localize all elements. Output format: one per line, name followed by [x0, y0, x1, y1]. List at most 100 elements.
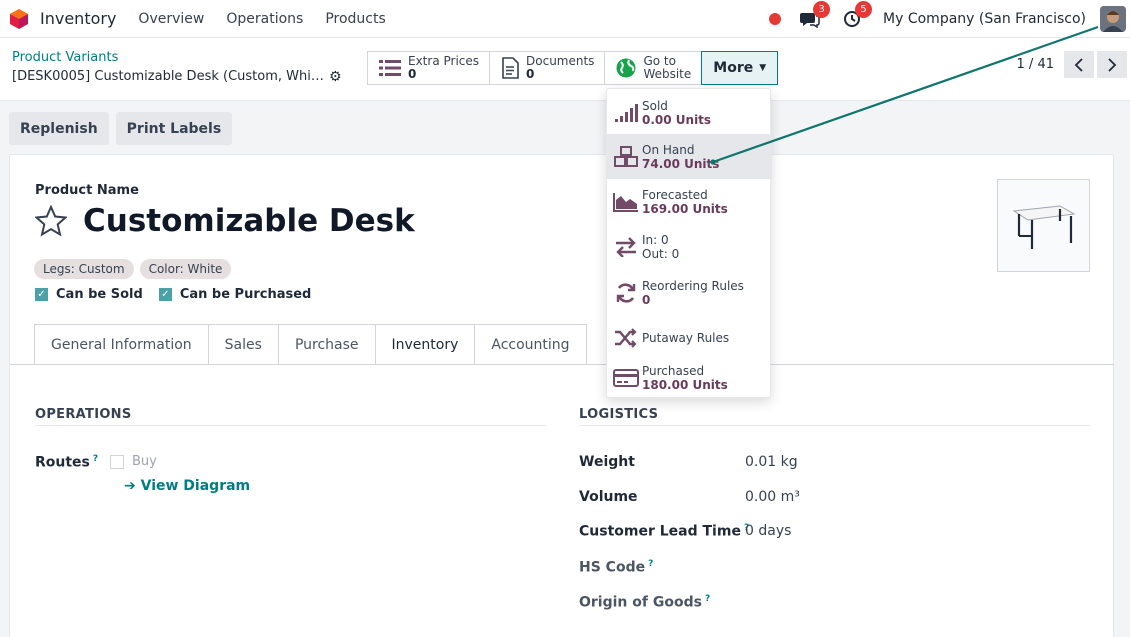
- operations-divider: [35, 425, 546, 426]
- desk-image-icon: [1012, 205, 1076, 249]
- reordering-rules-label: Reordering Rules: [642, 279, 744, 293]
- chat-badge: 3: [813, 1, 831, 18]
- more-label: More: [713, 60, 754, 76]
- breadcrumb-current-record: [DESK0005] Customizable Desk (Custom, Wh…: [12, 69, 324, 84]
- signal-bars-icon: [612, 99, 640, 127]
- more-button[interactable]: More ▼: [701, 51, 779, 85]
- menu-item-on-hand[interactable]: On Hand 74.00 Units: [607, 134, 772, 179]
- purchased-label: Purchased: [642, 364, 705, 378]
- go-to-website-button[interactable]: Go to Website: [604, 51, 702, 85]
- documents-button[interactable]: Documents 0: [489, 51, 605, 85]
- product-name[interactable]: Customizable Desk: [83, 203, 415, 239]
- refresh-icon: [612, 279, 640, 307]
- menu-item-sold[interactable]: Sold 0.00 Units: [607, 92, 772, 134]
- breadcrumb-product-variants[interactable]: Product Variants: [12, 50, 118, 65]
- product-name-label: Product Name: [35, 183, 139, 198]
- status-dot-icon[interactable]: [769, 13, 782, 25]
- can-be-purchased-label: Can be Purchased: [179, 287, 312, 302]
- out-value: Out: 0: [642, 247, 680, 261]
- top-navbar: Inventory Overview Operations Products 3…: [0, 0, 1130, 38]
- tag-color: Color: White: [139, 259, 232, 279]
- area-chart-icon: [612, 188, 640, 216]
- tab-sales[interactable]: Sales: [207, 324, 278, 365]
- pager-next-button[interactable]: [1097, 51, 1127, 78]
- star-icon[interactable]: [35, 205, 67, 237]
- on-hand-label: On Hand: [642, 142, 695, 157]
- purchased-value: 180.00 Units: [642, 378, 728, 392]
- control-panel: Product Variants [DESK0005] Customizable…: [0, 38, 1130, 101]
- replenish-button[interactable]: Replenish: [9, 112, 109, 145]
- tag-legs: Legs: Custom: [34, 259, 134, 279]
- tab-divider: [10, 364, 1114, 365]
- cubes-icon: [612, 143, 640, 171]
- arrow-right-icon: ➔: [124, 478, 136, 494]
- view-diagram-link[interactable]: ➔ View Diagram: [124, 478, 250, 494]
- help-icon[interactable]: ?: [648, 559, 653, 569]
- extra-prices-value: 0: [408, 67, 417, 81]
- menu-item-putaway-rules[interactable]: Putaway Rules: [607, 316, 772, 360]
- weight-value[interactable]: 0.01 kg: [745, 454, 798, 470]
- help-icon[interactable]: ?: [93, 454, 98, 464]
- menu-item-in-out[interactable]: In: 0 Out: 0: [607, 224, 772, 270]
- help-icon[interactable]: ?: [705, 594, 710, 604]
- menu-item-reordering-rules[interactable]: Reordering Rules 0: [607, 270, 772, 316]
- pager-value[interactable]: 1 / 41: [1017, 57, 1054, 72]
- notebook-tabs: General Information Sales Purchase Inven…: [34, 324, 587, 365]
- tab-accounting[interactable]: Accounting: [474, 324, 587, 365]
- user-avatar[interactable]: [1100, 6, 1126, 32]
- checkmark-icon: ✓: [35, 288, 48, 301]
- menu-item-purchased[interactable]: Purchased 180.00 Units: [607, 360, 772, 396]
- menu-item-forecasted[interactable]: Forecasted 169.00 Units: [607, 179, 772, 224]
- navbar-right: 3 5 My Company (San Francisco): [769, 0, 1130, 38]
- attribute-tags: Legs: Custom Color: White: [34, 259, 232, 279]
- can-be-purchased-checkbox[interactable]: ✓ Can be Purchased: [158, 287, 312, 302]
- sold-value: 0.00 Units: [642, 113, 712, 127]
- operations-heading: OPERATIONS: [35, 407, 132, 422]
- smart-buttons: Extra Prices 0 Documents 0 Go to Website: [367, 51, 779, 85]
- more-dropdown-menu: Sold 0.00 Units On Hand 74.00 Units Fore…: [606, 88, 772, 398]
- app-name[interactable]: Inventory: [40, 9, 116, 28]
- inventory-app-icon[interactable]: [8, 8, 30, 30]
- putaway-rules-label: Putaway Rules: [642, 331, 730, 345]
- menu-operations[interactable]: Operations: [226, 11, 303, 27]
- activity-badge: 5: [855, 1, 873, 18]
- checkbox-box: [110, 454, 124, 469]
- chevron-left-icon: [1074, 57, 1083, 72]
- extra-prices-button[interactable]: Extra Prices 0: [367, 51, 490, 85]
- logistics-divider: [579, 425, 1090, 426]
- gear-icon[interactable]: ⚙: [329, 69, 342, 85]
- tab-inventory[interactable]: Inventory: [374, 324, 475, 365]
- menu-products[interactable]: Products: [325, 11, 385, 27]
- can-be-sold-checkbox[interactable]: ✓ Can be Sold: [35, 287, 143, 302]
- volume-label: Volume: [579, 489, 638, 505]
- view-diagram-label: View Diagram: [140, 478, 251, 494]
- shuffle-icon: [612, 324, 640, 352]
- credit-card-icon: [612, 364, 640, 392]
- on-hand-value: 74.00 Units: [642, 156, 720, 171]
- tab-general-information[interactable]: General Information: [34, 324, 208, 365]
- form-sheet: Product Name Customizable Desk Legs: Cus…: [9, 154, 1114, 637]
- menu-overview[interactable]: Overview: [138, 11, 204, 27]
- customer-lead-time-value[interactable]: 0 days: [745, 523, 791, 539]
- logistics-heading: LOGISTICS: [579, 407, 659, 422]
- route-buy-checkbox[interactable]: Buy: [110, 454, 157, 469]
- tab-purchase[interactable]: Purchase: [277, 324, 375, 365]
- activity-button[interactable]: 5: [841, 1, 873, 30]
- globe-icon: [616, 58, 636, 78]
- chat-button[interactable]: 3: [799, 1, 831, 30]
- route-buy-label: Buy: [132, 454, 157, 469]
- user-avatar-icon: [1100, 6, 1126, 32]
- company-switcher[interactable]: My Company (San Francisco): [883, 11, 1086, 27]
- volume-value[interactable]: 0.00 m³: [745, 489, 800, 505]
- pager: 1 / 41: [1017, 51, 1130, 78]
- origin-of-goods-label: Origin of Goods?: [579, 594, 711, 611]
- extra-prices-label: Extra Prices: [408, 54, 480, 68]
- sold-label: Sold: [642, 99, 668, 113]
- website-label: Website: [643, 67, 692, 81]
- weight-label: Weight: [579, 454, 635, 470]
- pager-previous-button[interactable]: [1064, 51, 1094, 78]
- main-menu: Overview Operations Products: [138, 11, 385, 27]
- product-image[interactable]: [997, 179, 1090, 272]
- print-labels-button[interactable]: Print Labels: [115, 112, 233, 145]
- reordering-rules-value: 0: [642, 293, 651, 307]
